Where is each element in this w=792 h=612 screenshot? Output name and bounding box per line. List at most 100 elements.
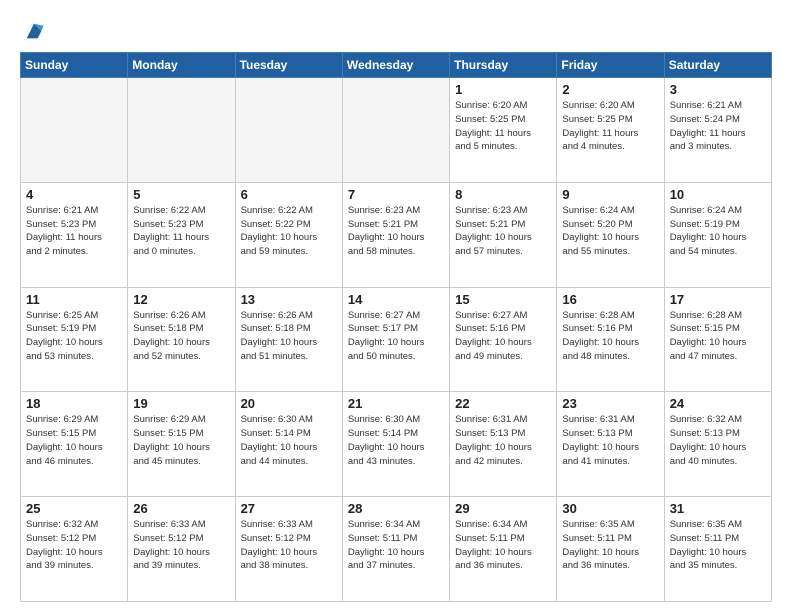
calendar-week-row: 1 Sunrise: 6:20 AM Sunset: 5:25 PM Daylig… (21, 78, 772, 183)
day-info: Sunrise: 6:26 AM Sunset: 5:18 PM Dayligh… (241, 309, 337, 364)
day-info: Sunrise: 6:33 AM Sunset: 5:12 PM Dayligh… (241, 518, 337, 573)
weekday-header: Tuesday (235, 53, 342, 78)
calendar-cell: 19 Sunrise: 6:29 AM Sunset: 5:15 PM Dayli… (128, 392, 235, 497)
day-info: Sunrise: 6:21 AM Sunset: 5:24 PM Dayligh… (670, 99, 766, 154)
calendar-cell: 11 Sunrise: 6:25 AM Sunset: 5:19 PM Dayli… (21, 287, 128, 392)
day-info: Sunrise: 6:29 AM Sunset: 5:15 PM Dayligh… (133, 413, 229, 468)
calendar-table: SundayMondayTuesdayWednesdayThursdayFrid… (20, 52, 772, 602)
calendar-cell: 25Sunrise: 6:32 AM Sunset: 5:12 PM Dayli… (21, 497, 128, 602)
calendar-cell: 13 Sunrise: 6:26 AM Sunset: 5:18 PM Dayli… (235, 287, 342, 392)
logo (20, 18, 45, 42)
day-number: 24 (670, 396, 766, 411)
day-info: Sunrise: 6:24 AM Sunset: 5:19 PM Dayligh… (670, 204, 766, 259)
day-number: 21 (348, 396, 444, 411)
calendar-cell: 30Sunrise: 6:35 AM Sunset: 5:11 PM Dayli… (557, 497, 664, 602)
day-info: Sunrise: 6:22 AM Sunset: 5:22 PM Dayligh… (241, 204, 337, 259)
day-number: 15 (455, 292, 551, 307)
weekday-header: Friday (557, 53, 664, 78)
day-number: 1 (455, 82, 551, 97)
day-info: Sunrise: 6:27 AM Sunset: 5:16 PM Dayligh… (455, 309, 551, 364)
day-info: Sunrise: 6:28 AM Sunset: 5:16 PM Dayligh… (562, 309, 658, 364)
calendar-cell: 12 Sunrise: 6:26 AM Sunset: 5:18 PM Dayli… (128, 287, 235, 392)
calendar-cell: 5 Sunrise: 6:22 AM Sunset: 5:23 PM Daylig… (128, 182, 235, 287)
day-number: 18 (26, 396, 122, 411)
day-info: Sunrise: 6:35 AM Sunset: 5:11 PM Dayligh… (670, 518, 766, 573)
calendar-cell (235, 78, 342, 183)
day-number: 7 (348, 187, 444, 202)
calendar-cell: 21 Sunrise: 6:30 AM Sunset: 5:14 PM Dayli… (342, 392, 449, 497)
calendar-cell: 10 Sunrise: 6:24 AM Sunset: 5:19 PM Dayli… (664, 182, 771, 287)
day-info: Sunrise: 6:30 AM Sunset: 5:14 PM Dayligh… (348, 413, 444, 468)
day-number: 17 (670, 292, 766, 307)
calendar-cell: 4 Sunrise: 6:21 AM Sunset: 5:23 PM Daylig… (21, 182, 128, 287)
day-info: Sunrise: 6:33 AM Sunset: 5:12 PM Dayligh… (133, 518, 229, 573)
day-number: 26 (133, 501, 229, 516)
calendar-cell (21, 78, 128, 183)
weekday-header: Saturday (664, 53, 771, 78)
calendar-cell: 15 Sunrise: 6:27 AM Sunset: 5:16 PM Dayli… (450, 287, 557, 392)
day-number: 19 (133, 396, 229, 411)
day-info: Sunrise: 6:35 AM Sunset: 5:11 PM Dayligh… (562, 518, 658, 573)
day-number: 4 (26, 187, 122, 202)
day-info: Sunrise: 6:28 AM Sunset: 5:15 PM Dayligh… (670, 309, 766, 364)
calendar-cell (342, 78, 449, 183)
calendar-cell: 26 Sunrise: 6:33 AM Sunset: 5:12 PM Dayli… (128, 497, 235, 602)
day-info: Sunrise: 6:34 AM Sunset: 5:11 PM Dayligh… (455, 518, 551, 573)
day-number: 5 (133, 187, 229, 202)
calendar-cell: 2 Sunrise: 6:20 AM Sunset: 5:25 PM Daylig… (557, 78, 664, 183)
day-info: Sunrise: 6:25 AM Sunset: 5:19 PM Dayligh… (26, 309, 122, 364)
day-info: Sunrise: 6:22 AM Sunset: 5:23 PM Dayligh… (133, 204, 229, 259)
day-info: Sunrise: 6:20 AM Sunset: 5:25 PM Dayligh… (562, 99, 658, 154)
calendar-cell: 1 Sunrise: 6:20 AM Sunset: 5:25 PM Daylig… (450, 78, 557, 183)
calendar-cell: 28Sunrise: 6:34 AM Sunset: 5:11 PM Dayli… (342, 497, 449, 602)
calendar-cell: 9Sunrise: 6:24 AM Sunset: 5:20 PM Daylig… (557, 182, 664, 287)
calendar-cell: 8 Sunrise: 6:23 AM Sunset: 5:21 PM Daylig… (450, 182, 557, 287)
calendar-week-row: 25Sunrise: 6:32 AM Sunset: 5:12 PM Dayli… (21, 497, 772, 602)
day-number: 23 (562, 396, 658, 411)
calendar-cell (128, 78, 235, 183)
day-number: 29 (455, 501, 551, 516)
calendar-cell: 24Sunrise: 6:32 AM Sunset: 5:13 PM Dayli… (664, 392, 771, 497)
day-number: 22 (455, 396, 551, 411)
day-info: Sunrise: 6:21 AM Sunset: 5:23 PM Dayligh… (26, 204, 122, 259)
calendar-week-row: 18 Sunrise: 6:29 AM Sunset: 5:15 PM Dayli… (21, 392, 772, 497)
weekday-header: Wednesday (342, 53, 449, 78)
day-number: 11 (26, 292, 122, 307)
day-number: 12 (133, 292, 229, 307)
day-number: 31 (670, 501, 766, 516)
day-number: 27 (241, 501, 337, 516)
day-number: 9 (562, 187, 658, 202)
day-info: Sunrise: 6:30 AM Sunset: 5:14 PM Dayligh… (241, 413, 337, 468)
weekday-header: Thursday (450, 53, 557, 78)
day-number: 25 (26, 501, 122, 516)
weekday-header: Sunday (21, 53, 128, 78)
day-info: Sunrise: 6:20 AM Sunset: 5:25 PM Dayligh… (455, 99, 551, 154)
calendar-cell: 3 Sunrise: 6:21 AM Sunset: 5:24 PM Daylig… (664, 78, 771, 183)
calendar-cell: 29 Sunrise: 6:34 AM Sunset: 5:11 PM Dayli… (450, 497, 557, 602)
calendar-week-row: 11 Sunrise: 6:25 AM Sunset: 5:19 PM Dayli… (21, 287, 772, 392)
calendar-cell: 20 Sunrise: 6:30 AM Sunset: 5:14 PM Dayli… (235, 392, 342, 497)
header (20, 18, 772, 42)
logo-icon (23, 20, 45, 42)
day-number: 14 (348, 292, 444, 307)
day-number: 2 (562, 82, 658, 97)
day-number: 20 (241, 396, 337, 411)
day-number: 3 (670, 82, 766, 97)
day-info: Sunrise: 6:31 AM Sunset: 5:13 PM Dayligh… (455, 413, 551, 468)
calendar-cell: 18 Sunrise: 6:29 AM Sunset: 5:15 PM Dayli… (21, 392, 128, 497)
calendar-cell: 14Sunrise: 6:27 AM Sunset: 5:17 PM Dayli… (342, 287, 449, 392)
calendar-cell: 17 Sunrise: 6:28 AM Sunset: 5:15 PM Dayli… (664, 287, 771, 392)
day-info: Sunrise: 6:23 AM Sunset: 5:21 PM Dayligh… (455, 204, 551, 259)
calendar-cell: 27 Sunrise: 6:33 AM Sunset: 5:12 PM Dayli… (235, 497, 342, 602)
day-number: 13 (241, 292, 337, 307)
calendar-week-row: 4 Sunrise: 6:21 AM Sunset: 5:23 PM Daylig… (21, 182, 772, 287)
calendar-cell: 6 Sunrise: 6:22 AM Sunset: 5:22 PM Daylig… (235, 182, 342, 287)
day-number: 10 (670, 187, 766, 202)
day-info: Sunrise: 6:29 AM Sunset: 5:15 PM Dayligh… (26, 413, 122, 468)
day-info: Sunrise: 6:31 AM Sunset: 5:13 PM Dayligh… (562, 413, 658, 468)
calendar-cell: 31 Sunrise: 6:35 AM Sunset: 5:11 PM Dayli… (664, 497, 771, 602)
day-info: Sunrise: 6:26 AM Sunset: 5:18 PM Dayligh… (133, 309, 229, 364)
day-info: Sunrise: 6:34 AM Sunset: 5:11 PM Dayligh… (348, 518, 444, 573)
day-number: 6 (241, 187, 337, 202)
day-number: 8 (455, 187, 551, 202)
